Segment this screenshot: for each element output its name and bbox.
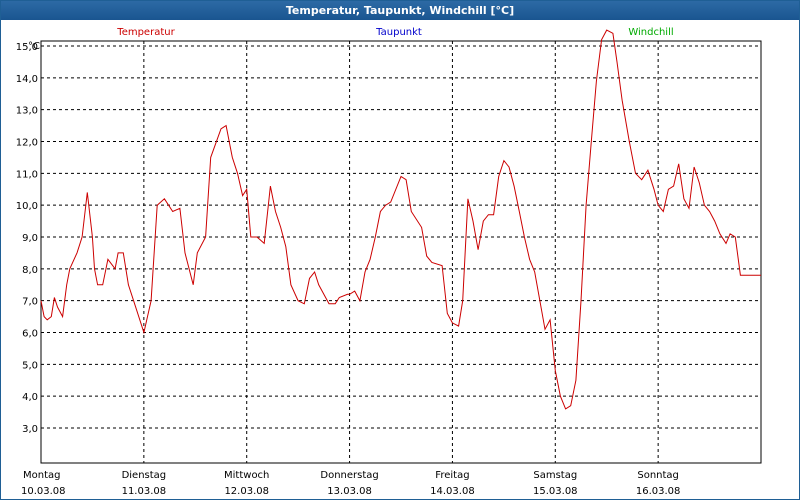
x-tick-day: Freitag [435,470,469,481]
legend-taupunkt: Taupunkt [375,27,422,38]
legend-windchill: Windchill [628,27,673,38]
y-tick-label: 5,0 [22,360,38,371]
x-tick-date: 10.03.08 [21,486,66,497]
x-tick-day: Donnerstag [320,470,378,481]
y-tick-label: 4,0 [22,392,38,403]
x-tick-date: 12.03.08 [224,486,269,497]
x-tick-date: 15.03.08 [533,486,578,497]
x-axis-ticks: Montag 10.03.08 Dienstag 11.03.08 Mittwoch 12… [21,470,680,497]
x-tick-day: Mittwoch [224,470,269,481]
series-lines [40,29,761,410]
y-tick-label: 8,0 [22,265,38,276]
grid-lines [41,41,761,463]
chart-window: Temperatur, Taupunkt, Windchill [°C] Tem… [0,0,800,500]
y-tick-label: 12,0 [16,138,38,149]
y-tick-label: 9,0 [22,233,38,244]
y-axis-ticks: 3,0 4,0 5,0 6,0 7,0 8,0 9,0 10,0 11,0 12,0 13,0 14,… [16,42,38,435]
legend-temperatur: Temperatur [116,27,175,38]
x-tick-day: Samstag [533,470,577,481]
plot-area [40,40,762,464]
x-tick-date: 16.03.08 [636,486,681,497]
y-tick-label: 13,0 [16,106,38,117]
x-tick-date: 13.03.08 [327,486,372,497]
y-tick-label: 3,0 [22,424,38,435]
y-tick-label: 7,0 [22,297,38,308]
y-tick-label: 14,0 [16,74,38,85]
x-tick-day: Dienstag [122,470,167,481]
x-tick-date: 14.03.08 [430,486,475,497]
x-tick-day: Montag [23,470,60,481]
y-tick-label: 15,0 [16,42,38,53]
line-chart: Temperatur Taupunkt Windchill °C 3,04,05… [16,27,762,497]
x-tick-day: Sonntag [637,470,679,481]
series-line-temperatur [40,29,761,410]
y-tick-label: 10,0 [16,201,38,212]
y-tick-label: 6,0 [22,329,38,340]
x-tick-date: 11.03.08 [122,486,167,497]
y-tick-label: 11,0 [16,169,38,180]
